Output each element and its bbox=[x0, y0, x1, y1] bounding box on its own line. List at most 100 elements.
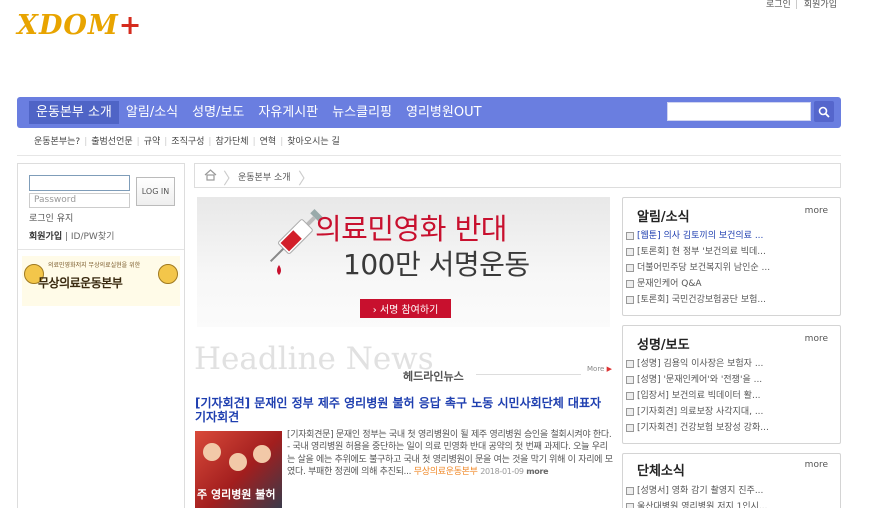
menu-item-notice[interactable]: 알림/소식 bbox=[119, 101, 185, 124]
subnav-divider bbox=[17, 155, 841, 156]
search-button[interactable] bbox=[814, 101, 834, 122]
document-icon bbox=[626, 280, 634, 288]
hero-subtitle: 100만 서명운동 bbox=[343, 248, 530, 281]
subnav-item-history[interactable]: 연혁 bbox=[260, 137, 277, 147]
divider: | bbox=[84, 137, 88, 147]
document-icon bbox=[626, 264, 634, 272]
group-news-box: 단체소식 more [성명서] 영화 감기 촬영지 진주... 울산대병원 영리… bbox=[622, 453, 841, 508]
search-input[interactable] bbox=[667, 102, 811, 121]
article-thumbnail[interactable]: 주 영리병원 불허 bbox=[195, 431, 282, 508]
headline-watermark: Headline News bbox=[194, 341, 434, 377]
subnav-item-members[interactable]: 참가단체 bbox=[215, 137, 248, 147]
mascot-icon bbox=[158, 264, 178, 284]
document-icon bbox=[626, 232, 634, 240]
sub-nav: 운동본부는? | 출범선언문 | 규약 | 조직구성 | 참가단체 | 연혁 | 찾아오시는 길 bbox=[34, 134, 340, 147]
home-icon[interactable] bbox=[204, 169, 218, 182]
statement-box: 성명/보도 more [성명] 김용익 이사장은 보험자 ... [성명] '문… bbox=[622, 325, 841, 444]
list-item-label: 울산대병원 영리병원 저지 1인시... bbox=[637, 502, 768, 508]
group-news-more-link[interactable]: more bbox=[805, 460, 828, 470]
login-link[interactable]: 로그인 bbox=[766, 0, 791, 10]
statement-more-link[interactable]: more bbox=[805, 334, 828, 344]
list-item-label: [토론회] 현 정부 '보건의료 빅데... bbox=[637, 247, 766, 257]
list-item[interactable]: [성명] 김용익 이사장은 보험자 ... bbox=[626, 356, 839, 372]
group-news-title: 단체소식 bbox=[637, 464, 685, 479]
password-input[interactable]: Password bbox=[29, 193, 130, 208]
document-icon bbox=[626, 248, 634, 256]
join-links: 회원가입 | ID/PW찾기 bbox=[29, 232, 115, 242]
subnav-item-directions[interactable]: 찾아오시는 길 bbox=[287, 137, 340, 147]
article-title[interactable]: [기자회견] 문재인 정부 제주 영리병원 불허 응답 촉구 노동 시민사회단체… bbox=[195, 396, 615, 424]
list-item-label: [입장서] 보건의료 빅데이터 활... bbox=[637, 391, 761, 401]
divider: | bbox=[136, 137, 140, 147]
person-photo bbox=[229, 453, 247, 471]
subnav-item-declaration[interactable]: 출범선언문 bbox=[91, 137, 132, 147]
login-id-input[interactable] bbox=[29, 175, 130, 191]
notice-title: 알림/소식 bbox=[637, 210, 690, 225]
list-item[interactable]: [웹툰] 의사 김토끼의 보건의료 ... bbox=[626, 228, 839, 244]
person-photo bbox=[203, 443, 221, 461]
list-item[interactable]: [기자회견] 의료보장 사각지대, ... bbox=[626, 404, 839, 420]
top-links: 로그인 | 회원가입 bbox=[760, 0, 837, 10]
list-item-label: [토론회] 국민건강보험공단 보험... bbox=[637, 295, 766, 305]
hero-title: 의료민영화 반대 bbox=[315, 212, 507, 246]
banner-subtitle: 의료민영화저지 무상의료실현을 위한 bbox=[48, 262, 141, 269]
list-item[interactable]: [입장서] 보건의료 빅데이터 활... bbox=[626, 388, 839, 404]
signup-link[interactable]: 회원가입 bbox=[804, 0, 837, 10]
campaign-banner[interactable]: 의료민영화저지 무상의료실현을 위한 무상의료운동본부 bbox=[22, 256, 180, 306]
menu-item-about[interactable]: 운동본부 소개 bbox=[29, 101, 119, 124]
document-icon bbox=[626, 360, 634, 368]
headline-more-link[interactable]: More ▶ bbox=[587, 365, 612, 373]
document-icon bbox=[626, 503, 634, 508]
site-logo[interactable]: XDOM+ bbox=[17, 10, 142, 41]
list-item-label: 더불어민주당 보건복지위 남인순 ... bbox=[637, 263, 771, 273]
list-item[interactable]: 더불어민주당 보건복지위 남인순 ... bbox=[626, 260, 839, 276]
main-menu: 운동본부 소개 알림/소식 성명/보도 자유게시판 뉴스클리핑 영리병원OUT bbox=[29, 101, 489, 124]
divider: | bbox=[252, 137, 256, 147]
thumbnail-caption: 주 영리병원 불허 bbox=[197, 488, 276, 501]
hero-banner[interactable]: 의료민영화 반대 100만 서명운동 › 서명 참여하기 bbox=[197, 197, 610, 327]
subnav-item-rules[interactable]: 규약 bbox=[144, 137, 161, 147]
list-item[interactable]: [토론회] 현 정부 '보건의료 빅데... bbox=[626, 244, 839, 260]
menu-item-statement[interactable]: 성명/보도 bbox=[185, 101, 251, 124]
list-item-label: [기자회견] 의료보장 사각지대, ... bbox=[637, 407, 764, 417]
list-item-label: [성명서] 영화 감기 촬영지 진주... bbox=[637, 486, 764, 496]
list-item[interactable]: [기자회견] 건강보험 보장성 강화... bbox=[626, 420, 839, 436]
list-item[interactable]: [성명서] 영화 감기 촬영지 진주... bbox=[626, 483, 839, 499]
divider: | bbox=[208, 137, 212, 147]
headline-label: 헤드라인뉴스 bbox=[403, 370, 464, 383]
document-icon bbox=[626, 487, 634, 495]
main-nav: 운동본부 소개 알림/소식 성명/보도 자유게시판 뉴스클리핑 영리병원OUT bbox=[17, 97, 841, 128]
petition-button[interactable]: › 서명 참여하기 bbox=[360, 299, 451, 318]
article-excerpt: [기자회견문] 문재인 정부는 국내 첫 영리병원이 될 제주 영리병원 승인을… bbox=[287, 429, 613, 479]
login-button[interactable]: LOG IN bbox=[136, 177, 175, 206]
menu-item-news-clipping[interactable]: 뉴스클리핑 bbox=[325, 101, 399, 124]
list-item-label: 문재인케어 Q&A bbox=[637, 279, 702, 289]
subnav-item-organization[interactable]: 조직구성 bbox=[171, 137, 204, 147]
chevron-right-icon: 〉 bbox=[223, 169, 240, 188]
divider: | bbox=[280, 137, 284, 147]
chevron-right-icon: 〉 bbox=[298, 169, 315, 188]
list-item[interactable]: 울산대병원 영리병원 저지 1인시... bbox=[626, 499, 839, 508]
menu-item-hospital-out[interactable]: 영리병원OUT bbox=[399, 101, 489, 124]
statement-title: 성명/보도 bbox=[637, 338, 690, 353]
document-icon bbox=[626, 392, 634, 400]
list-item-label: [기자회견] 건강보험 보장성 강화... bbox=[637, 423, 769, 433]
subnav-item-intro[interactable]: 운동본부는? bbox=[34, 137, 80, 147]
notice-list: [웹툰] 의사 김토끼의 보건의료 ... [토론회] 현 정부 '보건의료 빅… bbox=[626, 228, 839, 308]
notice-more-link[interactable]: more bbox=[805, 206, 828, 216]
find-account-link[interactable]: ID/PW찾기 bbox=[71, 232, 115, 242]
list-item[interactable]: 문재인케어 Q&A bbox=[626, 276, 839, 292]
list-item[interactable]: [성명] '문재인케어'와 '전쟁'을 ... bbox=[626, 372, 839, 388]
notice-box: 알림/소식 more [웹툰] 의사 김토끼의 보건의료 ... [토론회] 현… bbox=[622, 197, 841, 316]
statement-list: [성명] 김용익 이사장은 보험자 ... [성명] '문재인케어'와 '전쟁'… bbox=[626, 356, 839, 436]
banner-title: 무상의료운동본부 bbox=[38, 276, 123, 290]
article-more-link[interactable]: more bbox=[526, 467, 548, 476]
article-source[interactable]: 무상의료운동본부 bbox=[414, 467, 478, 477]
divider: | bbox=[794, 0, 798, 10]
list-item[interactable]: [토론회] 국민건강보험공단 보험... bbox=[626, 292, 839, 308]
document-icon bbox=[626, 376, 634, 384]
join-link[interactable]: 회원가입 bbox=[29, 232, 62, 242]
document-icon bbox=[626, 408, 634, 416]
menu-item-board[interactable]: 자유게시판 bbox=[251, 101, 325, 124]
remember-login[interactable]: 로그인 유지 bbox=[29, 211, 659, 224]
